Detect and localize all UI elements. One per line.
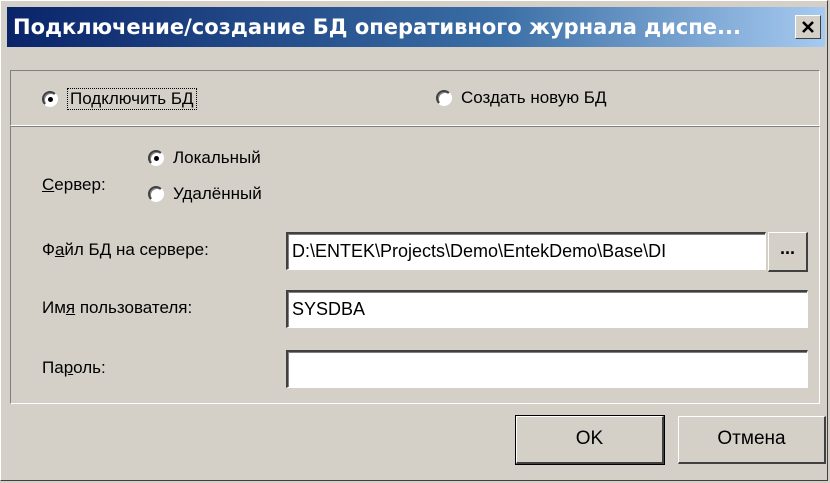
connect-db-label: Подключить БД xyxy=(67,88,197,110)
close-icon xyxy=(802,21,814,33)
window-title: Подключение/создание БД оперативного жур… xyxy=(13,15,741,39)
radio-indicator xyxy=(148,186,164,202)
radio-indicator xyxy=(148,150,164,166)
server-remote-radio[interactable]: Удалённый xyxy=(148,184,262,204)
password-input[interactable] xyxy=(286,350,808,388)
create-db-label: Создать новую БД xyxy=(461,88,607,107)
db-file-input[interactable]: D:\ENTEK\Projects\Demo\EntekDemo\Base\DI xyxy=(286,232,766,270)
db-file-label: Файл БД на сервере: xyxy=(42,240,209,259)
radio-indicator xyxy=(42,91,58,107)
password-label: Пароль: xyxy=(42,358,106,377)
close-button[interactable] xyxy=(795,15,821,39)
browse-button[interactable]: ... xyxy=(768,232,808,272)
connect-db-radio[interactable]: Подключить БД xyxy=(42,88,197,110)
server-label: Сервер: xyxy=(42,175,106,194)
server-local-radio[interactable]: Локальный xyxy=(148,148,261,168)
title-bar[interactable]: Подключение/создание БД оперативного жур… xyxy=(7,7,825,47)
server-remote-label: Удалённый xyxy=(173,184,262,203)
cancel-button[interactable]: Отмена xyxy=(678,416,826,464)
radio-indicator xyxy=(436,90,452,106)
ok-button[interactable]: OK xyxy=(515,415,665,465)
username-input[interactable]: SYSDBA xyxy=(286,290,808,328)
username-label: Имя пользователя: xyxy=(42,298,193,317)
create-db-radio[interactable]: Создать новую БД xyxy=(436,88,606,108)
server-local-label: Локальный xyxy=(173,148,261,167)
